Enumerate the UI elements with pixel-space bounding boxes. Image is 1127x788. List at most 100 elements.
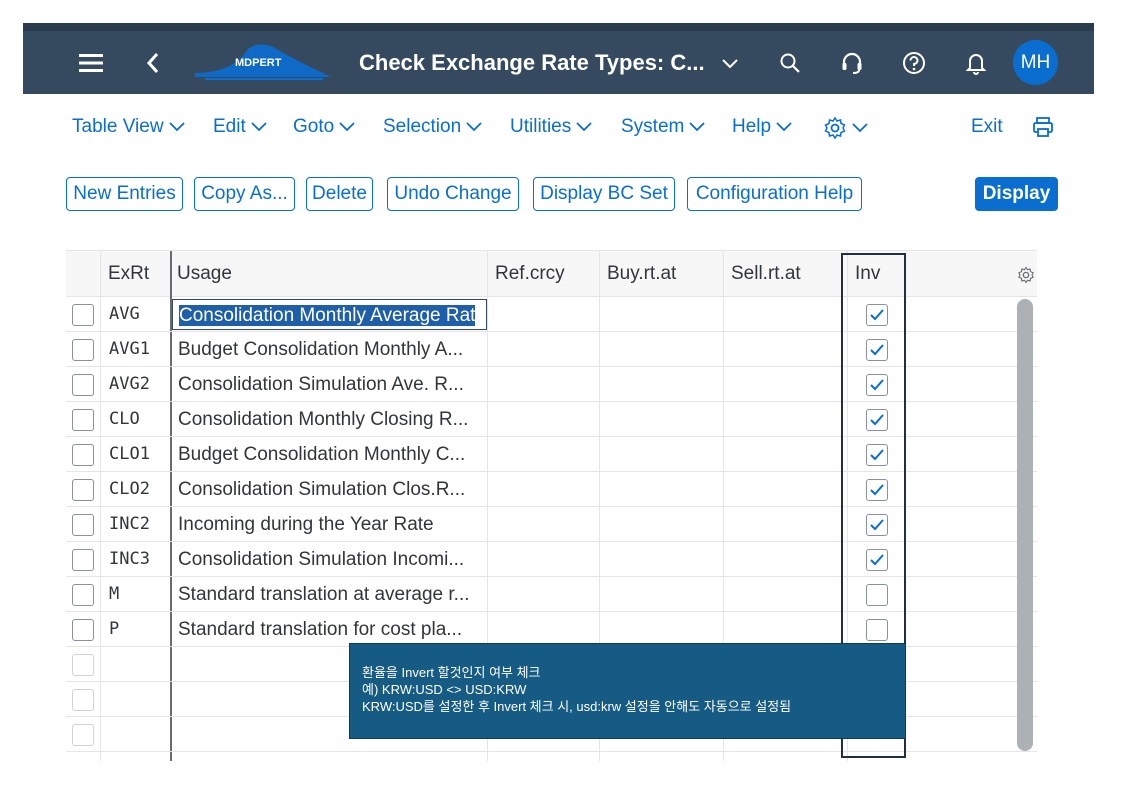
company-logo[interactable]: MDPERT <box>193 39 333 85</box>
inv-checkbox[interactable] <box>866 304 888 326</box>
inv-checkbox[interactable] <box>866 339 888 361</box>
column-header-inv[interactable]: Inv <box>855 263 880 285</box>
annotation-callout: 환율을 Invert 할것인지 여부 체크 예) KRW:USD <> USD:… <box>349 643 906 739</box>
table-row[interactable]: P Standard translation for cost pla... <box>66 612 1037 647</box>
row-selector[interactable] <box>72 374 94 396</box>
inv-checkbox[interactable] <box>866 584 888 606</box>
table-row[interactable]: CLO Consolidation Monthly Closing R... <box>66 402 1037 437</box>
usage-cell[interactable]: Consolidation Simulation Clos.R... <box>172 474 487 505</box>
exrt-cell: AVG2 <box>109 374 150 394</box>
usage-cell[interactable]: Standard translation at average r... <box>172 579 487 610</box>
menu-label: Goto <box>293 116 335 137</box>
page-title[interactable]: Check Exchange Rate Types: C... <box>359 50 739 76</box>
menu-system[interactable]: System <box>621 116 706 138</box>
action-toolbar: New Entries Copy As... Delete Undo Chang… <box>66 177 1066 213</box>
delete-button[interactable]: Delete <box>306 177 373 211</box>
exrt-cell: INC3 <box>109 549 150 569</box>
column-header-buy-rt-at[interactable]: Buy.rt.at <box>607 263 676 285</box>
logo-text: MDPERT <box>235 57 282 69</box>
shell-bar: MDPERT Check Exchange Rate Types: C... M… <box>23 31 1094 94</box>
row-selector[interactable] <box>72 409 94 431</box>
bell-icon[interactable] <box>958 45 994 81</box>
chevron-down-icon <box>689 122 705 132</box>
help-icon[interactable] <box>896 45 932 81</box>
table-settings-icon[interactable] <box>1017 266 1035 284</box>
display-button[interactable]: Display <box>975 177 1058 211</box>
table-row[interactable]: INC2 Incoming during the Year Rate <box>66 507 1037 542</box>
exrt-cell: CLO <box>109 409 140 429</box>
checkmark-icon <box>870 519 884 531</box>
print-icon[interactable] <box>1028 116 1054 138</box>
row-selector[interactable] <box>72 689 94 711</box>
menu-selection[interactable]: Selection <box>383 116 483 138</box>
inv-checkbox[interactable] <box>866 374 888 396</box>
table-row[interactable]: M Standard translation at average r... <box>66 577 1037 612</box>
search-icon[interactable] <box>772 45 808 81</box>
checkmark-icon <box>870 344 884 356</box>
exit-label: Exit <box>971 116 1003 137</box>
back-icon[interactable] <box>135 45 171 81</box>
inv-checkbox[interactable] <box>866 514 888 536</box>
row-selector[interactable] <box>72 724 94 746</box>
table-row[interactable]: AVG2 Consolidation Simulation Ave. R... <box>66 367 1037 402</box>
table-row[interactable]: AVG Consolidation Monthly Average Rat <box>66 297 1037 332</box>
menu-goto[interactable]: Goto <box>293 116 356 138</box>
usage-cell[interactable]: Consolidation Simulation Incomi... <box>172 544 487 575</box>
usage-cell[interactable]: Consolidation Simulation Ave. R... <box>172 369 487 400</box>
checkmark-icon <box>870 484 884 496</box>
row-selector[interactable] <box>72 654 94 676</box>
table-row[interactable]: CLO1 Budget Consolidation Monthly C... <box>66 437 1037 472</box>
usage-cell[interactable]: Budget Consolidation Monthly A... <box>172 334 487 365</box>
table-row[interactable]: INC3 Consolidation Simulation Incomi... <box>66 542 1037 577</box>
headset-icon[interactable] <box>834 45 870 81</box>
row-selector[interactable] <box>72 339 94 361</box>
column-header-sell-rt-at[interactable]: Sell.rt.at <box>731 263 801 285</box>
usage-input[interactable]: Consolidation Monthly Average Rat <box>172 299 487 330</box>
inv-checkbox[interactable] <box>866 549 888 571</box>
usage-cell[interactable]: Consolidation Monthly Closing R... <box>172 404 487 435</box>
row-selector[interactable] <box>72 444 94 466</box>
row-selector[interactable] <box>72 479 94 501</box>
new-entries-button[interactable]: New Entries <box>66 177 183 211</box>
hamburger-menu-icon[interactable] <box>73 45 109 81</box>
usage-cell[interactable]: Budget Consolidation Monthly C... <box>172 439 487 470</box>
menu-label: Utilities <box>510 116 572 137</box>
row-selector[interactable] <box>72 619 94 641</box>
row-selector[interactable] <box>72 584 94 606</box>
column-header-exrt[interactable]: ExRt <box>108 263 149 285</box>
row-selector[interactable] <box>72 304 94 326</box>
column-header-usage[interactable]: Usage <box>177 263 232 285</box>
menu-help[interactable]: Help <box>732 116 793 138</box>
row-selector[interactable] <box>72 549 94 571</box>
configuration-help-button[interactable]: Configuration Help <box>687 177 862 211</box>
avatar[interactable]: MH <box>1013 40 1058 85</box>
chevron-down-icon <box>466 122 482 132</box>
chevron-down-icon <box>852 123 868 133</box>
row-selector[interactable] <box>72 514 94 536</box>
page-title-text: Check Exchange Rate Types: C... <box>359 50 705 75</box>
exrt-cell: AVG <box>109 304 140 324</box>
exrt-cell: M <box>109 584 120 604</box>
exrt-cell: CLO2 <box>109 479 150 499</box>
menu-table-view[interactable]: Table View <box>72 116 186 138</box>
column-header-ref-crcy[interactable]: Ref.crcy <box>495 263 565 285</box>
usage-cell[interactable]: Standard translation for cost pla... <box>172 614 487 645</box>
chevron-down-icon <box>776 122 792 132</box>
menu-utilities[interactable]: Utilities <box>510 116 593 138</box>
settings-menu[interactable] <box>819 116 869 140</box>
inv-checkbox[interactable] <box>866 479 888 501</box>
inv-checkbox[interactable] <box>866 444 888 466</box>
shell-top-strip <box>23 23 1094 31</box>
table-row[interactable]: AVG1 Budget Consolidation Monthly A... <box>66 332 1037 367</box>
undo-change-button[interactable]: Undo Change <box>387 177 519 211</box>
copy-as-button[interactable]: Copy As... <box>194 177 295 211</box>
menu-edit[interactable]: Edit <box>213 116 268 138</box>
table-row[interactable]: CLO2 Consolidation Simulation Clos.R... <box>66 472 1037 507</box>
inv-checkbox[interactable] <box>866 409 888 431</box>
avatar-initials: MH <box>1020 51 1051 73</box>
scrollbar-thumb[interactable] <box>1017 299 1033 751</box>
inv-checkbox[interactable] <box>866 619 888 641</box>
display-bc-set-button[interactable]: Display BC Set <box>533 177 675 211</box>
exit-button[interactable]: Exit <box>971 116 1003 138</box>
usage-cell[interactable]: Incoming during the Year Rate <box>172 509 487 540</box>
